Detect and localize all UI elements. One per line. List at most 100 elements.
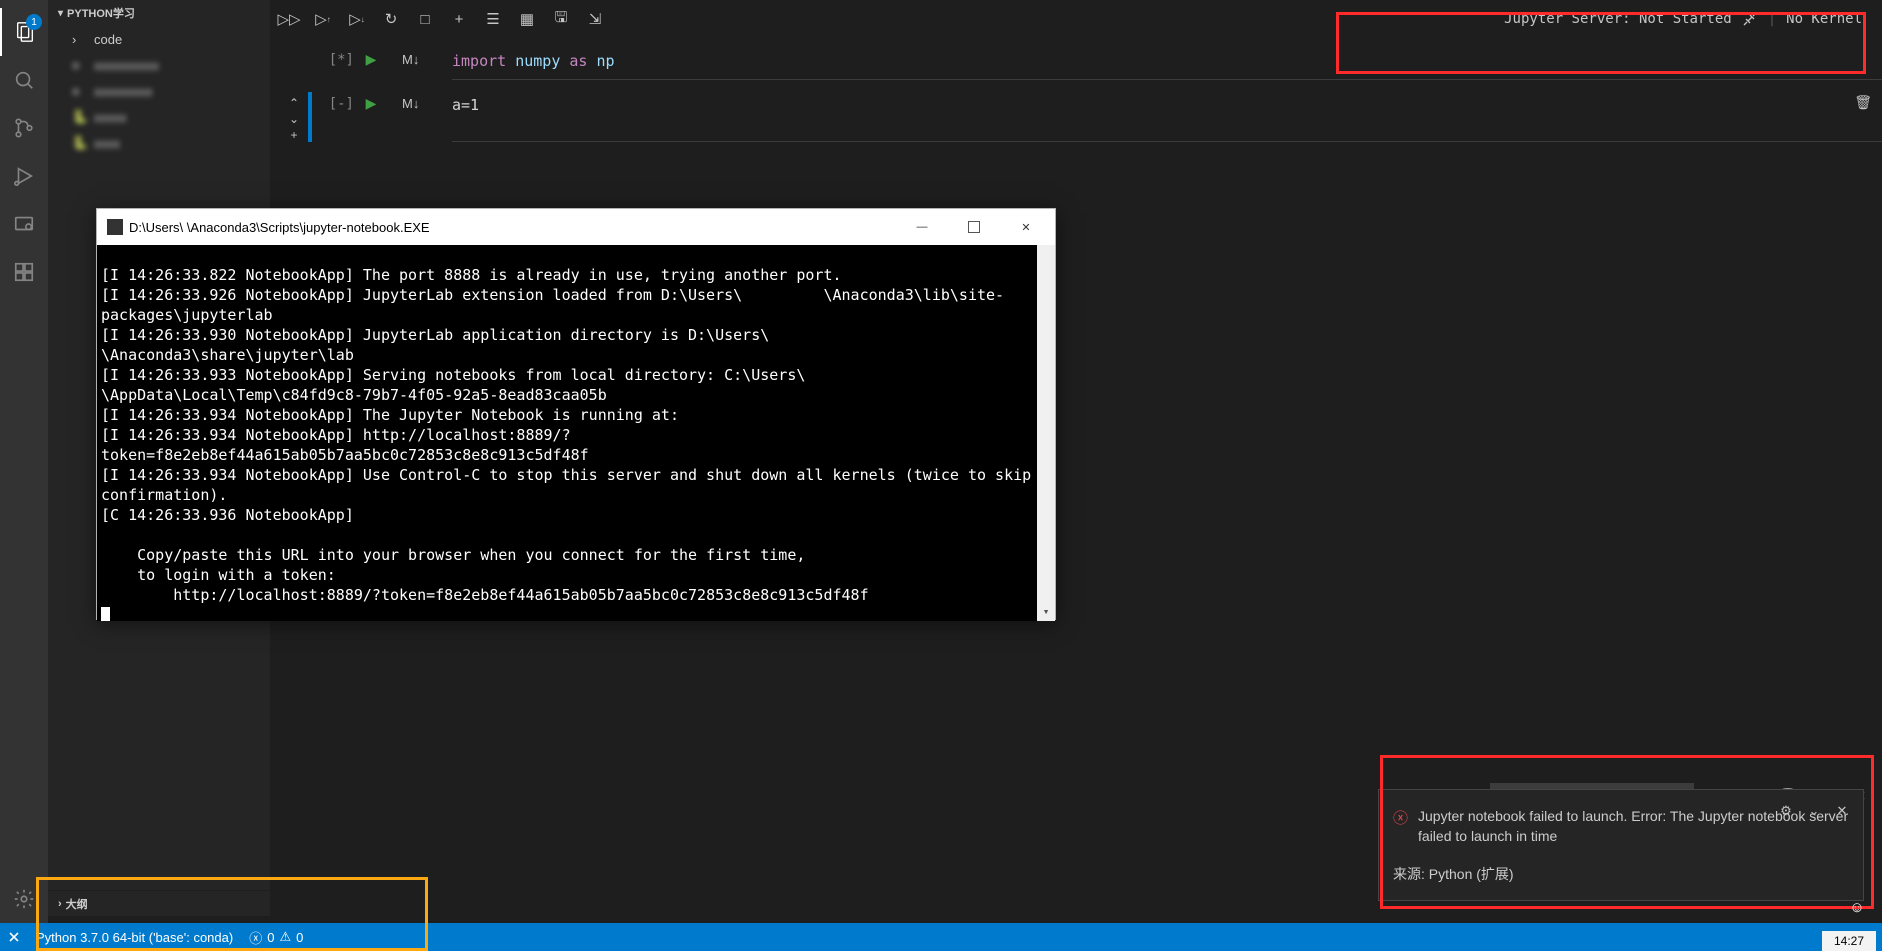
save-icon[interactable]: 🖫 xyxy=(544,5,578,33)
console-line: [I 14:26:33.926 NotebookApp] JupyterLab … xyxy=(101,286,1004,324)
delete-cell-icon[interactable]: 🗑 xyxy=(1854,94,1872,111)
run-below-icon[interactable]: ▷↓ xyxy=(340,5,374,33)
cursor xyxy=(101,607,110,621)
git-icon[interactable] xyxy=(0,104,48,152)
console-line: http://localhost:8889/?token=f8e2eb8ef44… xyxy=(101,586,869,604)
scroll-down-icon[interactable]: ▾ xyxy=(1037,603,1055,621)
problems-button[interactable]: ⓧ 0 ⚠ 0 xyxy=(241,923,311,951)
explorer-badge: 1 xyxy=(26,14,42,30)
kernel-text: No Kernel xyxy=(1786,11,1862,27)
cells: [*] ▶ M↓ import numpy as np ⌃ ⌄ + [-] ▶ … xyxy=(270,38,1882,142)
add-cell-icon[interactable]: + xyxy=(442,5,476,33)
console-titlebar[interactable]: D:\Users\ \Anaconda3\Scripts\jupyter-not… xyxy=(97,209,1055,245)
console-body[interactable]: [I 14:26:33.822 NotebookApp] The port 88… xyxy=(97,245,1055,621)
outline-label: 大纲 xyxy=(66,896,88,912)
error-icon: ⓧ xyxy=(249,928,262,947)
explorer-icon[interactable]: 1 xyxy=(0,8,48,56)
taskbar-time[interactable]: 14:27 xyxy=(1822,931,1876,951)
py-icon: 🐍 xyxy=(72,109,88,125)
console-line: [I 14:26:33.933 NotebookApp] Serving not… xyxy=(101,366,878,404)
file-item[interactable]: 🐍 xxxx xyxy=(48,130,270,156)
code-cell[interactable]: ⌃ ⌄ + [-] ▶ M↓ a=1 🗑 xyxy=(270,92,1882,142)
gear-icon[interactable]: ⚙ xyxy=(1775,800,1797,822)
run-all-icon[interactable]: ▷▷ xyxy=(272,5,306,33)
python-label: Python 3.7.0 64-bit ('base': conda) xyxy=(36,930,233,945)
chevron-down-icon: ▾ xyxy=(58,8,63,19)
file-label: xxxxx xyxy=(94,110,127,125)
console-title: D:\Users\ \Anaconda3\Scripts\jupyter-not… xyxy=(129,220,893,235)
console-line: [I 14:26:33.934 NotebookApp] http://loca… xyxy=(101,426,589,464)
file-icon: ≡ xyxy=(72,84,88,99)
md-label: M↓ xyxy=(402,48,452,80)
file-item[interactable]: › code xyxy=(48,26,270,52)
file-item[interactable]: 🐍 xxxxx xyxy=(48,104,270,130)
outline-header[interactable]: › 大纲 xyxy=(48,890,270,916)
console-line: [I 14:26:33.934 NotebookApp] The Jupyter… xyxy=(101,406,679,424)
folder-header[interactable]: ▾ PYTHON学习 xyxy=(48,0,270,26)
run-cell-icon[interactable]: ▶ xyxy=(362,94,380,112)
search-icon[interactable] xyxy=(0,56,48,104)
interrupt-icon[interactable]: □ xyxy=(408,5,442,33)
close-icon[interactable]: ✕ xyxy=(1831,800,1853,822)
error-toast: ⚙ ⌄ ✕ ⓧ Jupyter notebook failed to launc… xyxy=(1378,789,1864,901)
statusbar: Python 3.7.0 64-bit ('base': conda) ⓧ 0 … xyxy=(0,923,1882,951)
focus-indicator xyxy=(308,92,312,142)
remote-icon[interactable] xyxy=(0,200,48,248)
scrollbar[interactable]: ▴ ▾ xyxy=(1037,245,1055,621)
move-down-icon[interactable]: ⌄ xyxy=(289,112,299,126)
file-item[interactable]: ≡ xxxxxxxxx xyxy=(48,78,270,104)
activity-bar: 1 xyxy=(0,0,48,951)
code-cell[interactable]: [*] ▶ M↓ import numpy as np xyxy=(270,48,1882,80)
remote-button[interactable] xyxy=(0,923,28,951)
chevron-right-icon: › xyxy=(58,898,62,910)
chevron-down-icon[interactable]: ⌄ xyxy=(1803,800,1825,822)
export-icon[interactable]: ⇲ xyxy=(578,5,612,33)
exec-count: [*] xyxy=(318,48,362,80)
jupyter-status[interactable]: Jupyter Server: Not Started | No Kernel xyxy=(1492,4,1874,34)
disconnected-icon xyxy=(1742,11,1758,27)
py-icon: 🐍 xyxy=(72,135,88,151)
run-cell-icon[interactable]: ▶ xyxy=(362,50,380,68)
restart-icon[interactable]: ↻ xyxy=(374,5,408,33)
file-label: xxxx xyxy=(94,136,120,151)
console-line: [C 14:26:33.936 NotebookApp] xyxy=(101,506,354,524)
feedback-icon[interactable]: ☺ xyxy=(1842,893,1872,921)
variables-icon[interactable]: ☰ xyxy=(476,5,510,33)
grid-icon[interactable]: ▦ xyxy=(510,5,544,33)
separator: | xyxy=(1768,11,1776,27)
toast-source: 来源: Python (扩展) xyxy=(1393,864,1849,884)
move-up-icon[interactable]: ⌃ xyxy=(289,96,299,110)
code[interactable]: a=1 xyxy=(452,92,1882,142)
maximize-icon[interactable] xyxy=(951,211,997,243)
close-icon[interactable]: ✕ xyxy=(1003,211,1049,243)
settings-gear-icon[interactable] xyxy=(0,875,48,923)
debug-icon[interactable] xyxy=(0,152,48,200)
file-item[interactable]: ≡ xxxxxxxxxx xyxy=(48,52,270,78)
file-icon: ≡ xyxy=(72,58,88,73)
warning-icon: ⚠ xyxy=(279,929,291,945)
md-label: M↓ xyxy=(402,92,452,142)
console-line: [I 14:26:33.822 NotebookApp] The port 88… xyxy=(101,266,842,284)
console-line: [I 14:26:33.930 NotebookApp] JupyterLab … xyxy=(101,326,851,364)
file-label: xxxxxxxxx xyxy=(94,84,153,99)
error-count: 0 xyxy=(267,930,274,945)
add-icon[interactable]: + xyxy=(290,128,297,142)
extensions-icon[interactable] xyxy=(0,248,48,296)
folder-title: PYTHON学习 xyxy=(67,5,135,21)
console-window: D:\Users\ \Anaconda3\Scripts\jupyter-not… xyxy=(96,208,1056,620)
code[interactable]: import numpy as np xyxy=(452,48,1882,80)
app-icon xyxy=(107,219,123,235)
folder-icon: › xyxy=(72,32,88,47)
python-interpreter[interactable]: Python 3.7.0 64-bit ('base': conda) xyxy=(28,923,241,951)
warning-count: 0 xyxy=(296,930,303,945)
file-label: xxxxxxxxxx xyxy=(94,58,159,73)
minimize-icon[interactable]: — xyxy=(899,211,945,243)
console-line: [I 14:26:33.934 NotebookApp] Use Control… xyxy=(101,466,1040,504)
console-line: to login with a token: xyxy=(101,566,336,584)
exec-count: [-] xyxy=(318,92,362,142)
jupyter-server-text: Jupyter Server: Not Started xyxy=(1504,11,1732,27)
error-icon: ⓧ xyxy=(1393,807,1408,846)
run-above-icon[interactable]: ▷↑ xyxy=(306,5,340,33)
file-label: code xyxy=(94,32,122,47)
console-line: Copy/paste this URL into your browser wh… xyxy=(101,546,805,564)
